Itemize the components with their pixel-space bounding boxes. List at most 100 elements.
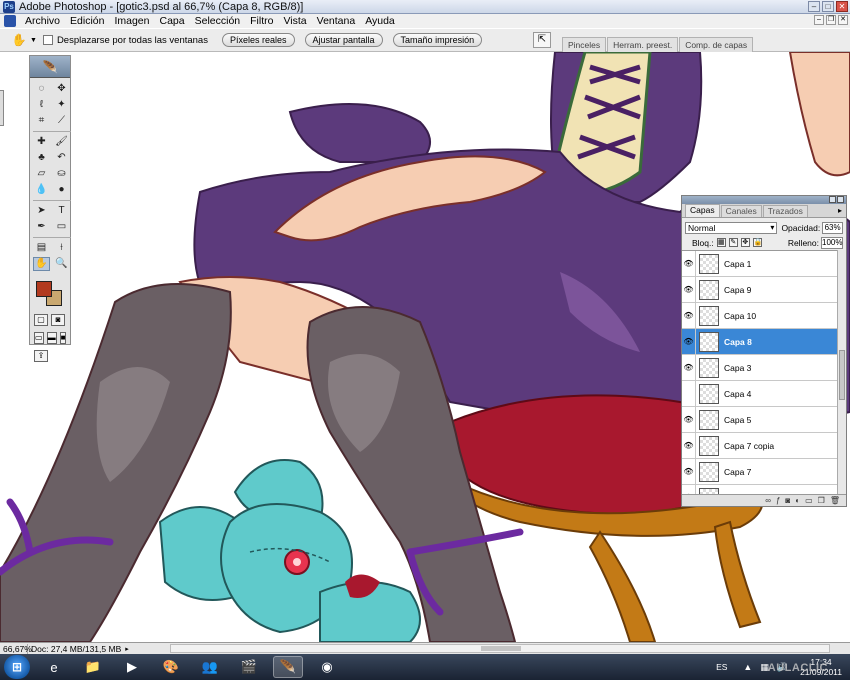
layers-panel-header[interactable] xyxy=(682,196,846,204)
new-group-icon[interactable]: ▭ xyxy=(805,496,813,505)
visibility-eye-icon[interactable]: 👁 xyxy=(682,354,696,381)
status-menu-icon[interactable]: ▸ xyxy=(121,645,133,653)
notes-icon[interactable]: ▤ xyxy=(33,241,50,255)
eraser-icon[interactable]: ▱ xyxy=(33,167,50,181)
layer-row[interactable]: 👁Capa 2 xyxy=(682,484,837,494)
lock-all-icon[interactable]: 🔒 xyxy=(752,238,762,247)
layers-scrollbar[interactable] xyxy=(837,250,846,494)
path-select-icon[interactable]: ➤ xyxy=(33,204,50,218)
layer-row[interactable]: 👁 Capa 1 xyxy=(682,251,837,277)
media-player-icon[interactable]: ▶ xyxy=(117,656,147,678)
photoshop-task-icon[interactable]: 🪶 xyxy=(273,656,303,678)
jump-to-imageready-icon[interactable]: ⇪ xyxy=(34,350,48,362)
close-button[interactable]: ✕ xyxy=(836,1,848,12)
layer-row[interactable]: 👁 Capa 9 xyxy=(682,276,837,303)
new-layer-icon[interactable]: ❐ xyxy=(818,496,825,505)
link-layers-icon[interactable]: ∞ xyxy=(765,496,771,505)
foreground-color-swatch[interactable] xyxy=(36,281,52,297)
messenger-icon[interactable]: 👥 xyxy=(195,656,225,678)
internet-explorer-icon[interactable]: e xyxy=(39,656,69,678)
visibility-eye-icon[interactable]: 👁 xyxy=(682,484,696,494)
panel-menu-icon[interactable]: ▸ xyxy=(838,205,842,217)
menu-vista[interactable]: Vista xyxy=(278,15,311,27)
menu-filtro[interactable]: Filtro xyxy=(245,15,278,27)
layer-row[interactable]: 👁 Capa 7 copia xyxy=(682,432,837,459)
move-icon[interactable]: ✥ xyxy=(53,82,70,96)
menu-edicion[interactable]: Edición xyxy=(65,15,109,27)
horizontal-scrollbar[interactable] xyxy=(170,644,830,653)
photoshop-feather-icon[interactable]: 🪶 xyxy=(30,56,70,78)
lock-position-icon[interactable]: ✥ xyxy=(740,238,750,247)
chrome-icon[interactable]: ◉ xyxy=(312,656,342,678)
history-brush-icon[interactable]: ↶ xyxy=(53,151,70,165)
visibility-eye-icon[interactable]: 👁 xyxy=(682,328,696,355)
lasso-icon[interactable]: ℓ xyxy=(33,98,50,112)
layer-mask-icon[interactable]: ◙ xyxy=(785,496,790,505)
collapsed-panel-tab[interactable] xyxy=(0,90,4,126)
fill-input[interactable]: 100% xyxy=(821,236,843,249)
movie-maker-icon[interactable]: 🎬 xyxy=(234,656,264,678)
visibility-eye-icon[interactable]: 👁 xyxy=(682,432,696,459)
dodge-icon[interactable]: ● xyxy=(53,183,70,197)
layer-row[interactable]: 👁 Capa 8 xyxy=(682,328,837,355)
doc-restore-button[interactable]: ❐ xyxy=(826,15,836,25)
menu-capa[interactable]: Capa xyxy=(155,15,190,27)
visibility-eye-icon[interactable]: 👁 xyxy=(682,406,696,433)
lock-image-icon[interactable]: ✎ xyxy=(728,238,738,247)
doc-minimize-button[interactable]: – xyxy=(814,15,824,25)
adjustment-layer-icon[interactable]: ◐ xyxy=(795,496,800,505)
blur-icon[interactable]: 💧 xyxy=(33,183,50,197)
stamp-icon[interactable]: ♣ xyxy=(33,151,50,165)
visibility-eye-icon[interactable]: 👁 xyxy=(682,251,696,277)
panel-minimize-icon[interactable] xyxy=(829,196,836,203)
layer-row[interactable]: 👁 Capa 5 xyxy=(682,406,837,433)
start-button[interactable]: ⊞ xyxy=(4,655,30,679)
menu-imagen[interactable]: Imagen xyxy=(109,15,154,27)
actual-pixels-button[interactable]: Píxeles reales xyxy=(221,33,295,47)
magic-wand-icon[interactable]: ✦ xyxy=(53,98,70,112)
menu-ayuda[interactable]: Ayuda xyxy=(360,15,400,27)
screen-mode-full-icon[interactable]: ■ xyxy=(59,332,67,344)
healing-icon[interactable]: ✚ xyxy=(33,135,50,149)
delete-layer-icon[interactable]: 🗑 xyxy=(830,496,840,505)
layer-style-icon[interactable]: ƒ xyxy=(776,496,780,505)
minimize-button[interactable]: – xyxy=(808,1,820,12)
zoom-level[interactable]: 66,67% xyxy=(0,643,32,654)
screen-mode-full-menu-icon[interactable]: ▬ xyxy=(46,332,57,344)
layer-row[interactable]: Capa 4 xyxy=(682,380,837,407)
visibility-eye-icon[interactable]: 👁 xyxy=(682,302,696,329)
screen-mode-standard-icon[interactable]: ▭ xyxy=(34,332,44,344)
brush-icon[interactable]: 🖌 xyxy=(53,135,70,149)
standard-mode-icon[interactable]: ▢ xyxy=(34,314,48,326)
tab-paths[interactable]: Trazados xyxy=(762,205,808,217)
crop-icon[interactable]: ⌗ xyxy=(33,114,50,128)
zoom-icon[interactable]: 🔍 xyxy=(53,257,70,271)
app-menu-icon[interactable] xyxy=(4,15,16,27)
type-icon[interactable]: T xyxy=(53,204,70,218)
palette-well-icon[interactable]: ⇱ xyxy=(533,32,551,48)
tab-layers[interactable]: Capas xyxy=(685,204,720,217)
panel-close-icon[interactable] xyxy=(837,196,844,203)
eyedropper-icon[interactable]: ⟊ xyxy=(53,241,70,255)
print-size-button[interactable]: Tamaño impresión xyxy=(392,33,483,47)
layer-row[interactable]: 👁 Capa 10 xyxy=(682,302,837,329)
well-tab-brushes[interactable]: Pinceles xyxy=(562,37,607,52)
tray-arrow-icon[interactable]: ▲ xyxy=(743,662,752,672)
paint-icon[interactable]: 🎨 xyxy=(156,656,186,678)
fit-screen-button[interactable]: Ajustar pantalla xyxy=(304,33,383,47)
language-indicator[interactable]: ES xyxy=(716,662,727,672)
horizontal-scroll-thumb[interactable] xyxy=(481,646,521,651)
visibility-eye-icon[interactable] xyxy=(682,380,696,407)
hand-icon[interactable]: ✋ xyxy=(33,257,50,271)
doc-close-button[interactable]: ✕ xyxy=(838,15,848,25)
folder-icon[interactable]: 📁 xyxy=(78,656,108,678)
layer-row[interactable]: 👁 Capa 3 xyxy=(682,354,837,381)
tool-preset-dropdown-icon[interactable]: ▼ xyxy=(30,37,37,44)
tab-channels[interactable]: Canales xyxy=(720,205,762,217)
bucket-icon[interactable]: ⛀ xyxy=(53,167,70,181)
scroll-all-windows-checkbox[interactable] xyxy=(42,35,53,45)
well-tab-layer-comps[interactable]: Comp. de capas xyxy=(679,37,754,52)
opacity-input[interactable]: 63% xyxy=(822,221,843,234)
layers-scroll-thumb[interactable] xyxy=(839,350,845,400)
layer-row[interactable]: 👁 Capa 7 xyxy=(682,458,837,485)
